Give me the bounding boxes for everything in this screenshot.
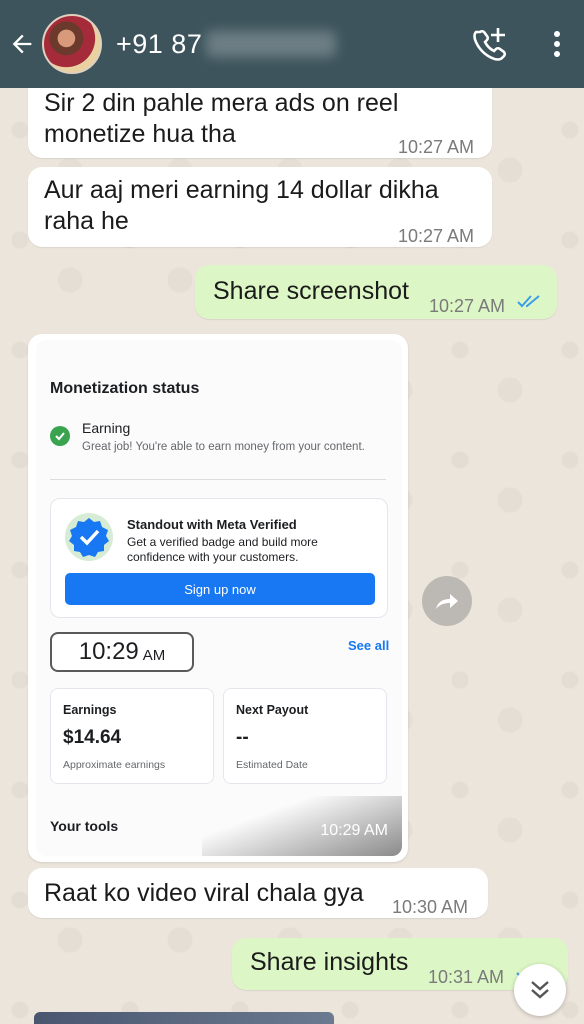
contact-avatar[interactable]: [42, 14, 102, 74]
message-time: 10:30 AM: [392, 897, 469, 917]
chat-header: +91 87: [0, 0, 584, 88]
arrow-left-icon[interactable]: [4, 26, 40, 62]
time-box: 10:29 AM: [50, 632, 194, 672]
contact-number: +91 87: [116, 28, 203, 59]
forward-icon[interactable]: [422, 576, 472, 626]
verified-description: Get a verified badge and build more conf…: [127, 535, 318, 564]
earnings-card: Earnings $14.64 Approximate earnings: [50, 688, 214, 784]
message-text: Sir 2 din pahle mera ads on reel: [44, 89, 399, 117]
see-all-link: See all: [348, 638, 390, 653]
payout-value: --: [236, 727, 249, 748]
verified-badge-icon: [65, 513, 113, 561]
check-icon: [50, 426, 70, 446]
earnings-value: $14.64: [63, 727, 122, 748]
message-bubble-incoming[interactable]: Raat ko video viral chala gya 10:30 AM: [28, 868, 488, 918]
double-chevron-down-icon: [531, 981, 549, 999]
message-time: 10:27 AM: [398, 137, 475, 157]
message-text: monetize hua tha: [44, 120, 236, 148]
earnings-sub: Approximate earnings: [63, 759, 166, 771]
tools-label: Your tools: [50, 818, 119, 834]
read-ticks-icon: [517, 295, 540, 308]
sign-up-button: Sign up now: [65, 573, 375, 605]
message-bubble-outgoing[interactable]: Share screenshot 10:27 AM: [195, 265, 557, 319]
verified-title: Standout with Meta Verified: [127, 517, 297, 532]
message-text: Aur aaj meri earning 14 dollar dikha: [44, 176, 439, 204]
payout-label: Next Payout: [236, 703, 309, 717]
status-label: Earning: [82, 420, 131, 436]
clock-ampm: AM: [142, 646, 166, 664]
redacted-number: [206, 31, 337, 57]
image-message[interactable]: Monetization status Earning Great job! Y…: [28, 334, 408, 862]
message-text: Share insights: [250, 948, 409, 976]
meta-verified-card: Standout with Meta Verified Get a verifi…: [50, 498, 388, 618]
message-bubble-incoming[interactable]: Sir 2 din pahle mera ads on reel monetiz…: [28, 82, 492, 158]
more-vert-icon[interactable]: [545, 26, 569, 62]
divider: [50, 479, 386, 480]
message-text: raha he: [44, 207, 129, 235]
payout-sub: Estimated Date: [236, 759, 308, 771]
message-text: Share screenshot: [213, 277, 409, 305]
image-time: 10:29 AM: [320, 822, 388, 839]
shared-screenshot[interactable]: Monetization status Earning Great job! Y…: [36, 340, 402, 856]
payout-card: Next Payout -- Estimated Date: [223, 688, 387, 784]
earnings-label: Earnings: [63, 703, 117, 717]
message-bubble-incoming[interactable]: Aur aaj meri earning 14 dollar dikha rah…: [28, 167, 492, 247]
add-call-icon[interactable]: [470, 24, 510, 64]
message-time: 10:27 AM: [398, 226, 475, 246]
scroll-down-button[interactable]: [514, 964, 566, 1016]
message-time: 10:27 AM: [429, 296, 506, 316]
status-description: Great job! You're able to earn money fro…: [82, 441, 365, 453]
clock-time: 10:29: [78, 638, 139, 665]
contact-name[interactable]: +91 87: [116, 28, 337, 60]
message-time: 10:31 AM: [428, 967, 505, 987]
message-text: Raat ko video viral chala gya: [44, 879, 364, 907]
monetization-title: Monetization status: [50, 380, 200, 397]
next-image-preview[interactable]: [34, 1012, 334, 1024]
